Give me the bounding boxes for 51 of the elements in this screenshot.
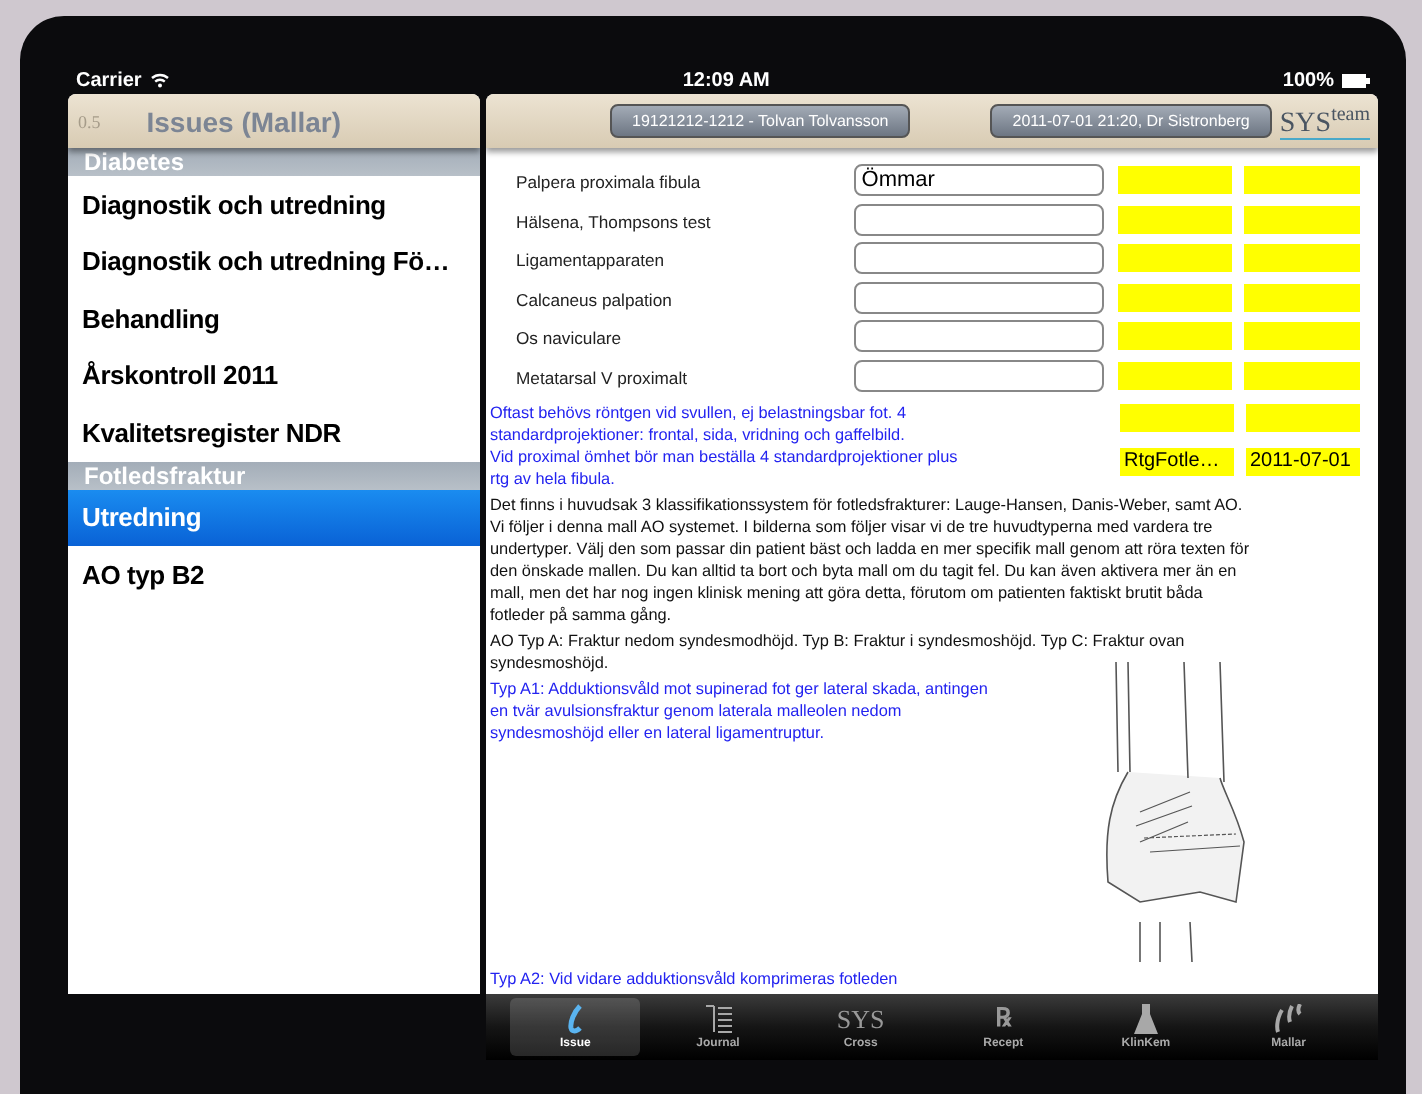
field-label: Os naviculare: [514, 326, 624, 352]
field-label: Metatarsal V proximalt: [514, 365, 689, 392]
result-cell: [1244, 205, 1360, 233]
result-cell: [1244, 361, 1360, 389]
input-field[interactable]: [853, 242, 1104, 274]
letter-l-icon: [567, 1004, 584, 1034]
input-field[interactable]: [853, 281, 1104, 313]
result-cell: [1244, 244, 1360, 272]
result-cell: [1117, 283, 1233, 311]
list-item[interactable]: Utredning: [68, 489, 480, 546]
result-cell: [1117, 166, 1233, 194]
list-icon: [703, 1004, 732, 1034]
result-cell: [1244, 166, 1360, 194]
field-label: Ligamentapparaten: [514, 248, 667, 274]
input-field[interactable]: [853, 359, 1104, 391]
input-field[interactable]: Ömmar: [853, 164, 1104, 196]
field-label: Palpera proximala fibula: [514, 170, 703, 196]
sys-glyph: SYS: [836, 1004, 885, 1034]
result-cell: 2011-07-01: [1245, 448, 1360, 476]
flask-icon: [1133, 1004, 1158, 1034]
result-cell: [1245, 404, 1360, 432]
result-cell: [1119, 404, 1234, 432]
result-cell: [1244, 322, 1360, 350]
body-text: Det finns i huvudsak 3 klassifikationssystem för fotledsfrakturer: Lauge-Hansen, Danis-Weber, samt AO. Vi följer i denna mall AO systemet. I bilderna som följer visar vi de tre huvudtyperna med vardera tre undertyper. Välj den som passar din patient bäst och ladda en mer specifik mall genom att röra texten för den önskade mallen. Du kan alltid ta bort och byta mall om du tagit fel. Du kan även aktivera mer än en mall, men det har nog ingen klinisk mening att göra detta, förutom om patienten faktiskt brutit båda fotleder på samma gång.: [490, 494, 1252, 626]
result-cell: [1244, 283, 1360, 311]
info-text[interactable]: Oftast behövs röntgen vid svullen, ej belastningsbar fot. 4 standardprojektioner: frontal, sida, vridning och gaffelbild.: [490, 402, 973, 446]
result-cell: RtgFotle…: [1119, 448, 1234, 476]
sidebar-title: Issues (Mallar): [146, 105, 342, 137]
result-cell: [1117, 361, 1233, 389]
section-header: Diabetes: [68, 148, 480, 176]
carrier-label: Carrier: [76, 69, 142, 91]
result-cell: [1117, 205, 1233, 233]
section-header: Fotledsfraktur: [68, 461, 480, 489]
battery-icon: [1342, 73, 1370, 87]
letters-l-icon: [1272, 1004, 1305, 1034]
input-field[interactable]: [853, 203, 1104, 235]
field-label: Hälsena, Thompsons test: [514, 209, 713, 236]
wifi-icon: [149, 72, 170, 88]
field-label: Calcaneus palpation: [514, 287, 674, 314]
type-link[interactable]: Typ A1: Adduktionsvåld mot supinerad fot ger lateral skada, antingen en tvär avulsionsfraktur genom laterala malleolen nedom syndesmoshöjd eller en lateral ligamentruptur.: [490, 678, 1000, 964]
clock-label: 12:09 AM: [682, 69, 770, 91]
result-cell: [1117, 244, 1233, 272]
result-cell: [1117, 322, 1233, 350]
logo: SYS$^{team}$: [1279, 101, 1370, 141]
version-label: 0.5: [78, 111, 101, 131]
battery-label: 100%: [1282, 69, 1334, 91]
input-field[interactable]: [853, 320, 1104, 352]
prescription-glyph: ℞: [995, 1004, 1012, 1034]
info-text[interactable]: Vid proximal ömhet bör man beställa 4 standardprojektioner plus rtg av hela fibula.: [490, 446, 973, 490]
type-link[interactable]: Typ A2: Vid vidare adduktionsvåld komprimeras fotleden: [490, 968, 1000, 990]
body-text: AO Typ A: Fraktur nedom syndesmodhöjd. Typ B: Fraktur i syndesmoshöjd. Typ C: Fraktur ovan syndesmoshöjd.: [490, 630, 1187, 674]
